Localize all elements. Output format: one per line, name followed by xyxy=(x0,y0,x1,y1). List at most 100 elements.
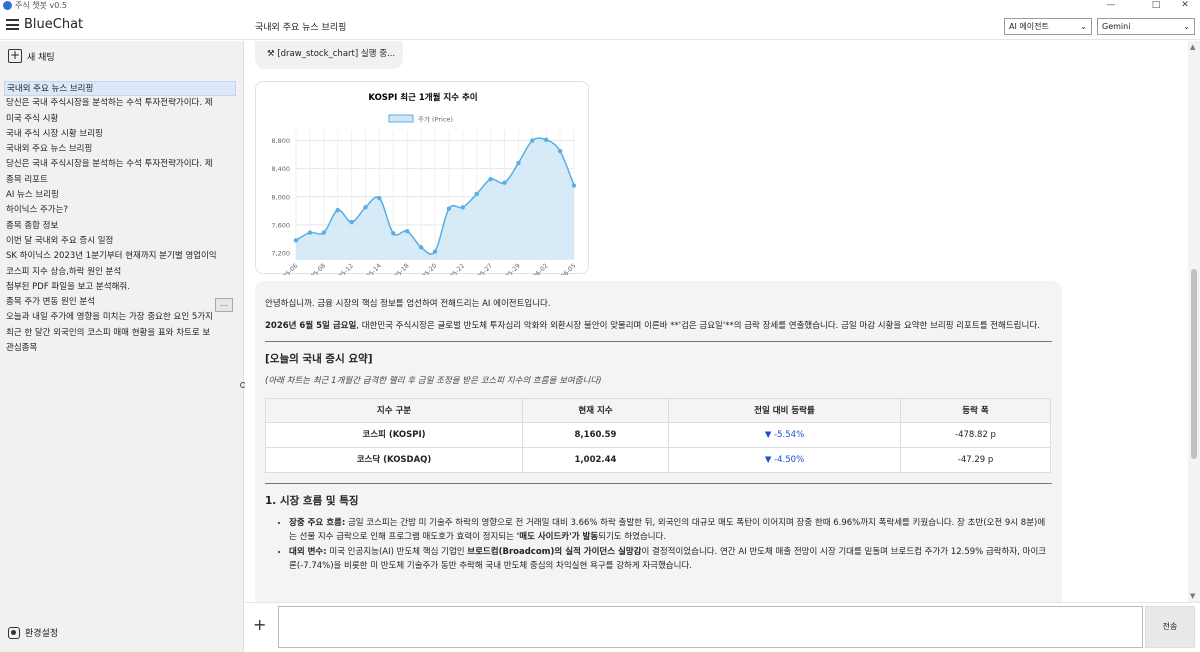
bullet-label: 대외 변수: xyxy=(289,547,327,557)
history-item[interactable]: SK 하이닉스 2023년 1분기부터 현재까지 분기별 영업이익 xyxy=(4,249,236,264)
x-tick-label: 2026-05-20 xyxy=(408,262,438,275)
y-tick-label: 8,400 xyxy=(271,165,290,173)
data-point xyxy=(418,245,424,250)
data-point xyxy=(307,230,313,235)
menu-icon[interactable] xyxy=(6,19,19,30)
x-tick-label: 2026-05-14 xyxy=(352,262,382,275)
data-point xyxy=(474,191,479,197)
section-title: [오늘의 국내 증시 요약] xyxy=(265,353,373,365)
x-tick-label: 2026-05-06 xyxy=(269,262,299,275)
history-item[interactable]: 종목 리포트 xyxy=(4,173,236,188)
data-point xyxy=(516,160,521,166)
history-item[interactable]: 당신은 국내 주식시장을 분석하는 수석 투자전략가이다. 제 xyxy=(4,96,236,111)
chevron-down-icon: ⌄ xyxy=(1183,22,1190,31)
table-header: 등락 폭 xyxy=(900,398,1051,423)
chat-area: ⚒ [draw_stock_chart] 실행 중... KOSPI 최근 1개… xyxy=(245,41,1188,602)
table-header: 현재 지수 xyxy=(522,398,669,423)
maximize-icon[interactable]: □ xyxy=(1141,0,1171,12)
data-point xyxy=(335,207,340,213)
history-item[interactable]: 이번 달 국내외 주요 증시 일정 xyxy=(4,234,236,249)
app-icon xyxy=(3,1,12,10)
index-value: 8,160.59 xyxy=(522,422,669,448)
history-item[interactable]: 국내외 주요 뉴스 브리핑 xyxy=(4,142,236,157)
y-tick-label: 8,800 xyxy=(271,137,290,145)
history-item[interactable]: 당신은 국내 주식시장을 분석하는 수석 투자전략가이다. 제 xyxy=(4,157,236,172)
history-more-button[interactable]: ... xyxy=(215,298,233,312)
index-name: 코스피 (KOSPI) xyxy=(265,422,523,448)
window-title: 주식 챗봇 v0.5 xyxy=(15,1,67,10)
chat-title: 국내외 주요 뉴스 브리핑 xyxy=(255,23,347,33)
bullet-bold: '매도 사이드카'가 발동 xyxy=(516,532,599,542)
chat-history-list: 국내외 주요 뉴스 브리핑 당신은 국내 주식시장을 분석하는 수석 투자전략가… xyxy=(4,81,236,356)
data-point xyxy=(363,205,368,210)
history-item[interactable]: 첨부된 PDF 파일을 보고 분석해줘. xyxy=(4,280,236,295)
bullet-text: 미국 인공지능(AI) 반도체 핵심 기업인 xyxy=(326,547,468,557)
data-point xyxy=(405,228,410,234)
index-name: 코스닥 (KOSDAQ) xyxy=(265,447,523,473)
minimize-icon[interactable]: — xyxy=(1096,0,1126,12)
new-chat-icon: + xyxy=(8,48,22,63)
data-point xyxy=(391,231,396,236)
legend-label: 주가 (Price) xyxy=(418,115,453,124)
new-chat-button[interactable]: + 새 채팅 xyxy=(8,49,55,63)
kospi-chart: KOSPI 최근 1개월 지수 추이 주가 (Price) 7,200 7,600… xyxy=(269,92,577,293)
index-table: 지수 구분 현재 지수 전일 대비 등락률 등락 폭 코스피 (KOSPI) 8… xyxy=(265,398,1051,473)
history-item[interactable]: 국내외 주요 뉴스 브리핑 xyxy=(4,81,236,97)
history-item[interactable]: 국내 주식 시장 시황 브리핑 xyxy=(4,127,236,142)
bullet-list: 장중 주요 흐름: 금일 코스피는 간밤 미 기술주 하락의 영향으로 전 거래… xyxy=(289,516,1052,573)
history-item[interactable]: AI 뉴스 브리핑 xyxy=(4,188,236,203)
x-tick-label: 2026-05-29 xyxy=(491,262,521,275)
model-select-value: Gemini xyxy=(1102,22,1131,31)
attach-button[interactable]: + xyxy=(253,615,266,634)
table-header-row: 지수 구분 현재 지수 전일 대비 등락률 등락 폭 xyxy=(265,398,1051,423)
message-input[interactable] xyxy=(278,606,1143,648)
data-point xyxy=(557,148,563,154)
table-header: 지수 구분 xyxy=(265,398,523,423)
agent-select[interactable]: AI 에이전트 ⌄ xyxy=(1004,18,1092,35)
chat-scrollbar[interactable]: ▲ ▼ xyxy=(1188,41,1200,602)
close-icon[interactable]: ✕ xyxy=(1170,0,1200,12)
hammer-icon: ⚒ xyxy=(267,49,275,59)
history-item[interactable]: 오늘과 내일 주가에 영향을 미치는 가장 중요한 요인 5가지 xyxy=(4,310,236,325)
section-heading: 1. 시장 흐름 및 특징 xyxy=(265,495,359,507)
chart-note: (아래 차트는 최근 1개월간 급격한 랠리 후 금일 조정을 받은 코스피 지… xyxy=(265,376,602,386)
data-point xyxy=(432,249,438,254)
chevron-down-icon: ⌄ xyxy=(1080,22,1087,31)
history-item[interactable]: 종목 주가 변동 원인 분석 xyxy=(4,295,236,310)
model-select[interactable]: Gemini ⌄ xyxy=(1097,18,1195,35)
settings-label: 환경설정 xyxy=(25,629,59,639)
bullet-text: 되기도 하였습니다. xyxy=(598,532,667,542)
header: BlueChat 국내외 주요 뉴스 브리핑 AI 에이전트 ⌄ Gemini … xyxy=(0,12,1200,40)
chart-title: KOSPI 최근 1개월 지수 추이 xyxy=(368,92,477,103)
history-item[interactable]: 코스피 지수 상승,하락 원인 분석 xyxy=(4,265,236,280)
history-item[interactable]: 종목 종합 정보 xyxy=(4,219,236,234)
x-tick-label: 2026-05-22 xyxy=(436,262,466,275)
data-point xyxy=(530,138,535,143)
history-item[interactable]: 미국 주식 시황 xyxy=(4,112,236,127)
agent-select-value: AI 에이전트 xyxy=(1009,22,1049,31)
table-row: 코스닥 (KOSDAQ) 1,002.44 ▼ -4.50% -47.29 p xyxy=(265,447,1051,473)
bullet-text: 금일 코스피는 간밤 미 기술주 하락의 영향으로 전 거래일 대비 3.66%… xyxy=(289,518,1046,542)
scroll-down-icon[interactable]: ▼ xyxy=(1190,592,1195,600)
x-tick-label: 2026-05-18 xyxy=(380,262,410,275)
x-tick-label: 2026-05-27 xyxy=(464,262,494,275)
list-item: 대외 변수: 미국 인공지능(AI) 반도체 핵심 기업인 브로드컴(Broad… xyxy=(289,545,1052,573)
history-item[interactable]: 최근 한 달간 외국인의 코스피 매매 현황을 표와 차트로 보 xyxy=(4,326,236,341)
input-bar: + 전송 xyxy=(245,602,1200,652)
settings-button[interactable]: 환경설정 xyxy=(8,626,58,639)
index-value: 1,002.44 xyxy=(522,447,669,473)
scrollbar-thumb[interactable] xyxy=(1191,269,1197,459)
index-diff: -478.82 p xyxy=(900,422,1051,448)
history-item[interactable]: 하이닉스 주가는? xyxy=(4,203,236,218)
y-tick-label: 7,200 xyxy=(271,249,290,257)
x-tick-label: 2026-05-12 xyxy=(325,262,355,275)
send-button[interactable]: 전송 xyxy=(1145,606,1195,648)
y-tick-label: 8,000 xyxy=(271,193,290,201)
data-point xyxy=(321,230,326,235)
tool-status-bubble: ⚒ [draw_stock_chart] 실행 중... xyxy=(255,41,403,69)
intro-paragraph: 2026년 6월 5일 금요일, 대한민국 주식시장은 글로벌 반도체 투자심리… xyxy=(265,319,1052,333)
scroll-up-icon[interactable]: ▲ xyxy=(1190,43,1195,51)
new-chat-label: 새 채팅 xyxy=(27,52,55,63)
bullet-bold: 브로드컴(Broadcom)의 실적 가이던스 실망감 xyxy=(467,547,642,557)
history-item[interactable]: 관심종목 xyxy=(4,341,236,356)
